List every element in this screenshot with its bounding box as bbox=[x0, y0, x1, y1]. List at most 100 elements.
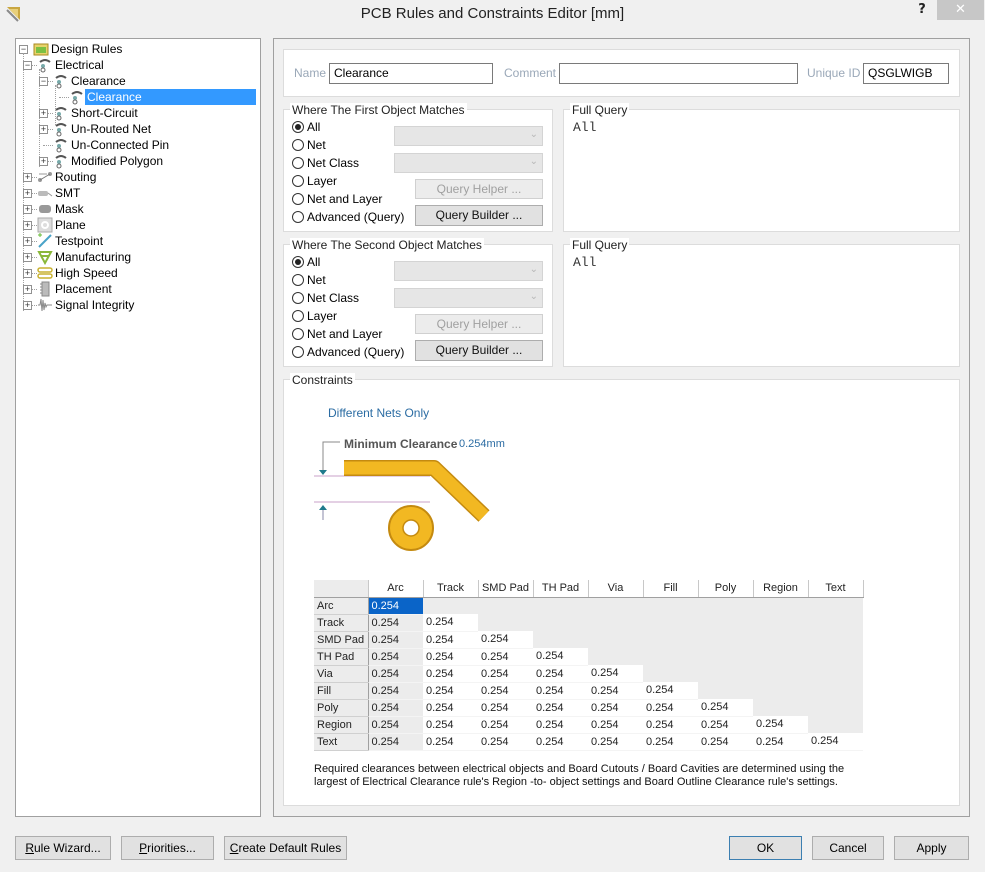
tree-item-un-routed-net[interactable]: + Un-Routed Net bbox=[16, 121, 256, 137]
matrix-cell[interactable]: 0.254 bbox=[588, 682, 643, 700]
first-object-radio-layer[interactable]: Layer bbox=[292, 173, 337, 189]
expand-icon[interactable]: + bbox=[39, 157, 48, 166]
matrix-cell[interactable]: 0.254 bbox=[643, 699, 698, 717]
matrix-cell[interactable]: 0.254 bbox=[588, 665, 643, 683]
matrix-cell[interactable]: 0.254 bbox=[368, 699, 423, 717]
matrix-cell[interactable]: 0.254 bbox=[533, 648, 588, 666]
matrix-cell[interactable]: 0.254 bbox=[478, 682, 533, 700]
second-query-builder-button[interactable]: Query Builder ... bbox=[415, 340, 543, 361]
matrix-cell[interactable]: 0.254 bbox=[423, 716, 478, 734]
tree-item-signal-integrity[interactable]: + Signal Integrity bbox=[16, 297, 256, 313]
first-full-query-text[interactable]: All bbox=[573, 120, 596, 135]
matrix-cell[interactable]: 0.254 bbox=[643, 682, 698, 700]
matrix-cell[interactable]: 0.254 bbox=[533, 665, 588, 683]
matrix-cell[interactable]: 0.254 bbox=[423, 699, 478, 717]
expand-icon[interactable]: + bbox=[23, 205, 32, 214]
matrix-cell[interactable]: 0.254 bbox=[478, 733, 533, 751]
matrix-cell[interactable]: 0.254 bbox=[753, 716, 808, 734]
first-query-builder-button[interactable]: Query Builder ... bbox=[415, 205, 543, 226]
second-object-radio-net[interactable]: Net bbox=[292, 272, 326, 288]
tree-item-routing[interactable]: + Routing bbox=[16, 169, 256, 185]
tree-item-modified-polygon[interactable]: + Modified Polygon bbox=[16, 153, 256, 169]
matrix-cell[interactable]: 0.254 bbox=[368, 631, 423, 649]
matrix-cell[interactable]: 0.254 bbox=[698, 699, 753, 717]
matrix-cell[interactable]: 0.254 bbox=[533, 699, 588, 717]
tree-item-clearance[interactable]: − Clearance bbox=[16, 73, 256, 89]
matrix-cell[interactable]: 0.254 bbox=[368, 614, 423, 632]
collapse-icon[interactable]: − bbox=[23, 61, 32, 70]
collapse-icon[interactable]: − bbox=[39, 77, 48, 86]
matrix-cell[interactable]: 0.254 bbox=[423, 631, 478, 649]
matrix-cell[interactable]: 0.254 bbox=[368, 716, 423, 734]
expand-icon[interactable]: + bbox=[23, 221, 32, 230]
tree-item-electrical[interactable]: − Electrical bbox=[16, 57, 256, 73]
expand-icon[interactable]: + bbox=[23, 189, 32, 198]
expand-icon[interactable]: + bbox=[23, 269, 32, 278]
matrix-cell[interactable]: 0.254 bbox=[478, 716, 533, 734]
name-input[interactable]: Clearance bbox=[329, 63, 493, 84]
rule-wizard-button[interactable]: Rule Wizard... bbox=[15, 836, 111, 860]
rules-tree[interactable]: − Design Rules − Electrical − Clearance Cleara… bbox=[15, 38, 261, 817]
first-object-radio-advanced-query[interactable]: Advanced (Query) bbox=[292, 209, 404, 225]
matrix-cell[interactable]: 0.254 bbox=[368, 682, 423, 700]
expand-icon[interactable]: + bbox=[23, 237, 32, 246]
matrix-cell[interactable]: 0.254 bbox=[698, 733, 753, 751]
net-scope-link[interactable]: Different Nets Only bbox=[328, 406, 429, 420]
priorities-button[interactable]: Priorities... bbox=[121, 836, 214, 860]
apply-button[interactable]: Apply bbox=[894, 836, 969, 860]
expand-icon[interactable]: + bbox=[39, 125, 48, 134]
second-object-radio-layer[interactable]: Layer bbox=[292, 308, 337, 324]
tree-item-placement[interactable]: + Placement bbox=[16, 281, 256, 297]
matrix-cell[interactable]: 0.254 bbox=[478, 648, 533, 666]
matrix-cell[interactable]: 0.254 bbox=[808, 733, 863, 751]
expand-icon[interactable]: + bbox=[23, 173, 32, 182]
matrix-cell[interactable]: 0.254 bbox=[643, 716, 698, 734]
matrix-cell[interactable]: 0.254 bbox=[423, 665, 478, 683]
first-object-radio-net-and-layer[interactable]: Net and Layer bbox=[292, 191, 382, 207]
tree-item-smt[interactable]: + SMT bbox=[16, 185, 256, 201]
second-object-radio-net-class[interactable]: Net Class bbox=[292, 290, 359, 306]
first-object-radio-all[interactable]: All bbox=[292, 119, 320, 135]
tree-item-design-rules[interactable]: − Design Rules bbox=[16, 41, 256, 57]
tree-item-clearance[interactable]: Clearance bbox=[16, 89, 256, 105]
comment-input[interactable] bbox=[559, 63, 798, 84]
tree-item-short-circuit[interactable]: + Short-Circuit bbox=[16, 105, 256, 121]
matrix-cell[interactable]: 0.254 bbox=[368, 665, 423, 683]
matrix-cell[interactable]: 0.254 bbox=[478, 631, 533, 649]
matrix-cell[interactable]: 0.254 bbox=[643, 733, 698, 751]
matrix-cell[interactable]: 0.254 bbox=[533, 733, 588, 751]
tree-item-un-connected-pin[interactable]: Un-Connected Pin bbox=[16, 137, 256, 153]
first-object-radio-net[interactable]: Net bbox=[292, 137, 326, 153]
expand-icon[interactable]: + bbox=[23, 253, 32, 262]
tree-item-manufacturing[interactable]: + Manufacturing bbox=[16, 249, 256, 265]
matrix-cell[interactable]: 0.254 bbox=[588, 716, 643, 734]
close-button[interactable]: ✕ bbox=[937, 0, 984, 20]
matrix-cell[interactable]: 0.254 bbox=[368, 648, 423, 666]
matrix-cell[interactable]: 0.254 bbox=[368, 733, 423, 751]
help-button[interactable]: ? bbox=[913, 2, 931, 22]
matrix-cell[interactable]: 0.254 bbox=[423, 682, 478, 700]
tree-item-testpoint[interactable]: + Testpoint bbox=[16, 233, 256, 249]
matrix-cell[interactable]: 0.254 bbox=[423, 733, 478, 751]
cancel-button[interactable]: Cancel bbox=[812, 836, 884, 860]
tree-item-high-speed[interactable]: + High Speed bbox=[16, 265, 256, 281]
tree-item-plane[interactable]: + Plane bbox=[16, 217, 256, 233]
matrix-cell[interactable]: 0.254 bbox=[423, 614, 478, 632]
second-object-radio-net-and-layer[interactable]: Net and Layer bbox=[292, 326, 382, 342]
matrix-cell[interactable]: 0.254 bbox=[533, 716, 588, 734]
ok-button[interactable]: OK bbox=[729, 836, 802, 860]
expand-icon[interactable]: + bbox=[23, 301, 32, 310]
expand-icon[interactable]: + bbox=[23, 285, 32, 294]
unique-id-input[interactable]: QSGLWIGB bbox=[863, 63, 949, 84]
matrix-cell[interactable]: 0.254 bbox=[588, 733, 643, 751]
second-full-query-text[interactable]: All bbox=[573, 255, 596, 270]
matrix-cell[interactable]: 0.254 bbox=[588, 699, 643, 717]
create-default-rules-button[interactable]: Create Default Rules bbox=[224, 836, 347, 860]
matrix-cell[interactable]: 0.254 bbox=[478, 699, 533, 717]
expand-icon[interactable]: + bbox=[39, 109, 48, 118]
second-object-radio-advanced-query[interactable]: Advanced (Query) bbox=[292, 344, 404, 360]
first-object-radio-net-class[interactable]: Net Class bbox=[292, 155, 359, 171]
matrix-cell[interactable]: 0.254 bbox=[478, 665, 533, 683]
matrix-cell[interactable]: 0.254 bbox=[698, 716, 753, 734]
matrix-cell[interactable]: 0.254 bbox=[423, 648, 478, 666]
